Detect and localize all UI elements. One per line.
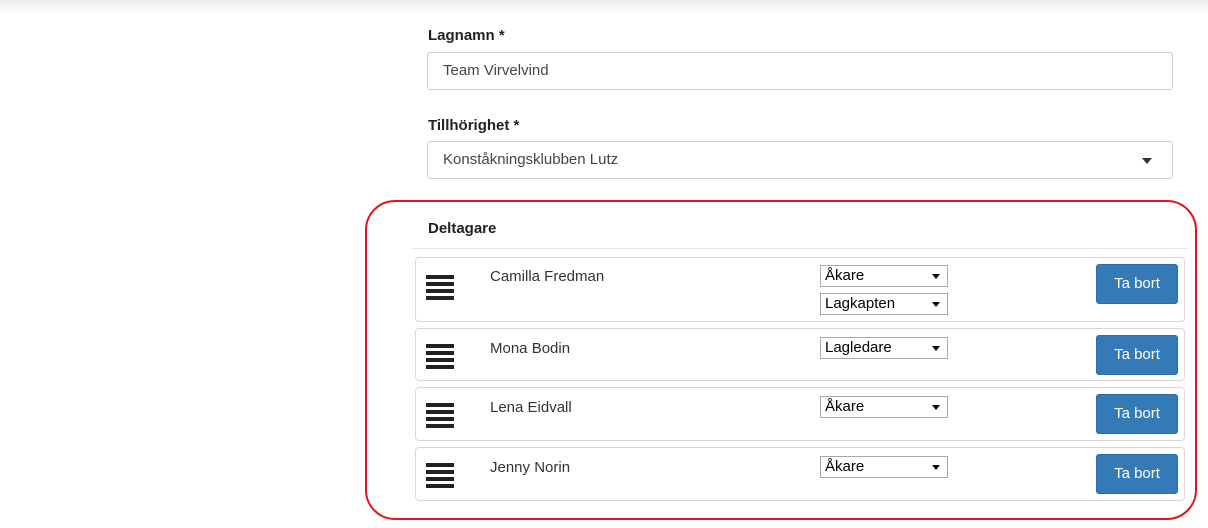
- role-select[interactable]: Åkare: [820, 396, 948, 418]
- top-shadow: [0, 0, 1208, 14]
- participant-name: Camilla Fredman: [490, 268, 605, 285]
- role-value: Lagkapten: [825, 295, 896, 312]
- participant-row: Camilla Fredman Åkare Lagkapten Ta bort: [415, 257, 1185, 322]
- drag-handle-icon[interactable]: [426, 463, 454, 488]
- role-select[interactable]: Åkare: [820, 265, 948, 287]
- drag-handle-icon[interactable]: [426, 275, 454, 300]
- participant-name: Lena Eidvall: [490, 399, 572, 416]
- team-name-label: Lagnamn *: [428, 27, 505, 44]
- role-value: Åkare: [825, 458, 865, 475]
- remove-button[interactable]: Ta bort: [1096, 454, 1178, 494]
- chevron-down-icon: [932, 405, 940, 410]
- participant-row: Jenny Norin Åkare Ta bort: [415, 447, 1185, 501]
- chevron-down-icon: [932, 302, 940, 307]
- remove-button[interactable]: Ta bort: [1096, 335, 1178, 375]
- chevron-down-icon: [932, 274, 940, 279]
- role-select[interactable]: Lagkapten: [820, 293, 948, 315]
- participant-name: Mona Bodin: [490, 340, 571, 357]
- affiliation-value: Konståkningsklubben Lutz: [443, 151, 619, 168]
- affiliation-select[interactable]: Konståkningsklubben Lutz: [427, 141, 1173, 179]
- participant-name: Jenny Norin: [490, 459, 571, 476]
- remove-button[interactable]: Ta bort: [1096, 264, 1178, 304]
- participants-title: Deltagare: [428, 220, 497, 237]
- chevron-down-icon: [932, 346, 940, 351]
- drag-handle-icon[interactable]: [426, 403, 454, 428]
- role-value: Åkare: [825, 398, 865, 415]
- drag-handle-icon[interactable]: [426, 344, 454, 369]
- participant-row: Lena Eidvall Åkare Ta bort: [415, 387, 1185, 441]
- role-value: Lagledare: [825, 339, 892, 356]
- affiliation-label: Tillhörighet *: [428, 117, 520, 134]
- role-select[interactable]: Lagledare: [820, 337, 948, 359]
- participants-header: Deltagare: [412, 210, 1188, 249]
- chevron-down-icon: [1142, 158, 1152, 164]
- team-name-input[interactable]: Team Virvelvind: [427, 52, 1173, 90]
- participant-row: Mona Bodin Lagledare Ta bort: [415, 328, 1185, 381]
- chevron-down-icon: [932, 465, 940, 470]
- role-select[interactable]: Åkare: [820, 456, 948, 478]
- role-value: Åkare: [825, 267, 865, 284]
- remove-button[interactable]: Ta bort: [1096, 394, 1178, 434]
